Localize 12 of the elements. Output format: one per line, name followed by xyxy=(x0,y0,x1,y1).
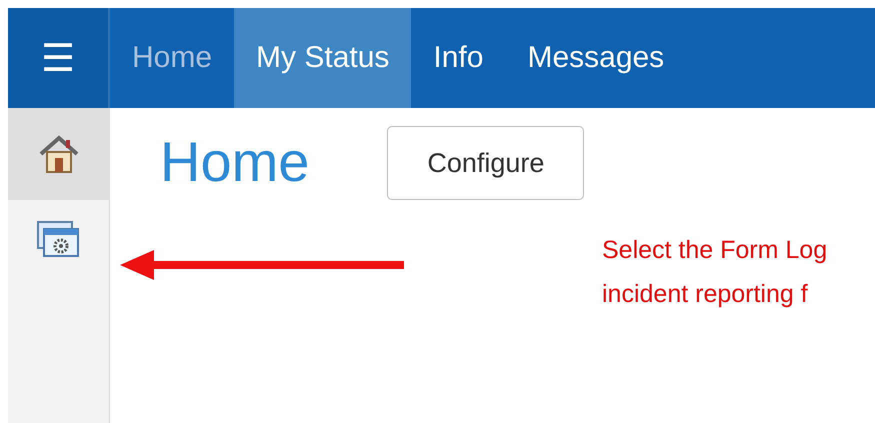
house-icon xyxy=(38,134,80,174)
nav-tab[interactable]: Messages xyxy=(505,8,686,108)
window-gear-icon xyxy=(36,220,82,260)
sidebar-item[interactable] xyxy=(8,108,109,200)
nav-tab[interactable]: Home xyxy=(110,8,234,108)
annotation-text: incident reporting f xyxy=(602,279,809,310)
nav-tab[interactable]: My Status xyxy=(234,8,412,108)
nav-tab[interactable]: Info xyxy=(411,8,506,108)
page-title: Home xyxy=(160,129,310,195)
annotation-text: Select the Form Log xyxy=(602,235,828,266)
menu-button[interactable]: ☰ xyxy=(8,8,110,108)
configure-button[interactable]: Configure xyxy=(387,126,584,200)
